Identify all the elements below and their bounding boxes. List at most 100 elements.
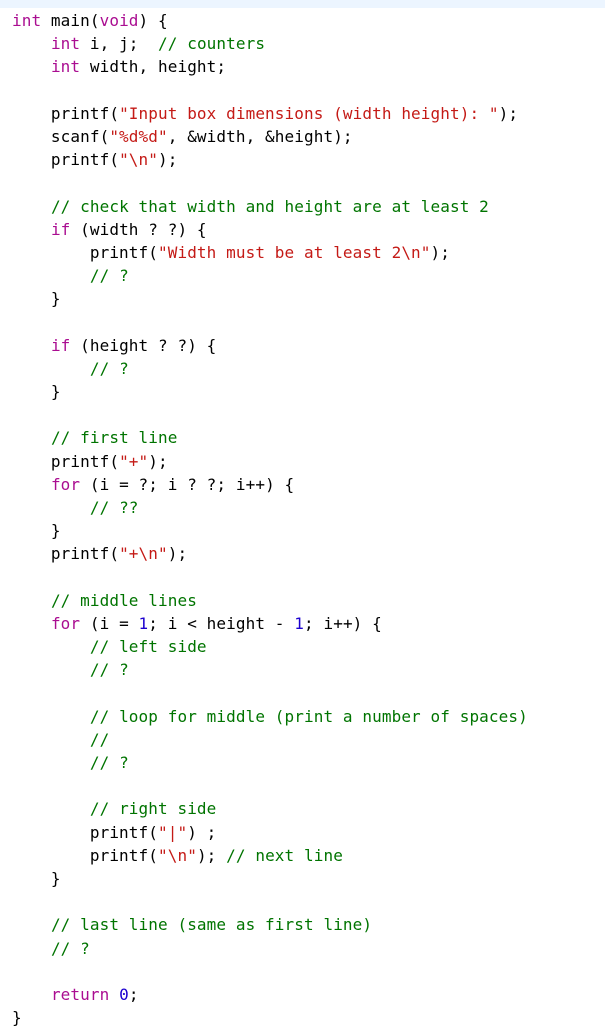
code-line[interactable]: for (i = ?; i ? ?; i++) { [12, 473, 528, 496]
code-line[interactable]: printf("+"); [12, 450, 528, 473]
code-line[interactable]: int main(void) { [12, 9, 528, 32]
code-token: } [12, 289, 61, 309]
string-token: "+" [119, 451, 149, 471]
code-line[interactable]: // ?? [12, 496, 528, 519]
comment-token: // next line [226, 845, 343, 865]
code-line[interactable]: // ? [12, 658, 528, 681]
code-line[interactable]: // middle lines [12, 589, 528, 612]
code-line[interactable]: printf("Input box dimensions (width heig… [12, 102, 528, 125]
code-line[interactable] [12, 774, 528, 797]
code-line[interactable]: } [12, 867, 528, 890]
code-line[interactable] [12, 566, 528, 589]
code-line[interactable]: } [12, 519, 528, 542]
string-token: "Width must be at least 2\n" [158, 242, 431, 262]
keyword-token: return [50, 984, 110, 1004]
code-token: ); [430, 242, 450, 262]
code-line[interactable]: printf("\n"); // next line [12, 844, 528, 867]
code-token: (i = [80, 613, 139, 633]
code-line[interactable]: for (i = 1; i < height - 1; i++) { [12, 612, 528, 635]
code-line[interactable]: // loop for middle (print a number of sp… [12, 705, 528, 728]
code-token: ; i++) { [304, 613, 382, 633]
code-line[interactable]: // ? [12, 357, 528, 380]
code-line[interactable]: scanf("%d%d", &width, &height); [12, 125, 528, 148]
comment-token: // ? [89, 660, 129, 680]
comment-token: // middle lines [50, 590, 197, 610]
code-token: scanf( [12, 126, 110, 146]
code-line[interactable]: // right side [12, 797, 528, 820]
code-token: width, height; [80, 57, 227, 77]
code-token: i, j; [80, 34, 159, 54]
string-token: "+\n" [119, 544, 168, 564]
code-line[interactable]: } [12, 1006, 528, 1029]
keyword-token: int [12, 11, 42, 30]
comment-token: // first line [50, 428, 178, 448]
comment-token: // loop for middle (print a number of sp… [89, 706, 528, 726]
keyword-token: int [50, 57, 81, 77]
comment-token: // [89, 729, 110, 749]
code-line[interactable]: } [12, 380, 528, 403]
code-line[interactable] [12, 310, 528, 333]
code-line[interactable]: printf("\n"); [12, 148, 528, 171]
code-token: } [12, 868, 61, 888]
string-token: "Input box dimensions (width height): " [119, 103, 499, 123]
code-line[interactable]: printf("Width must be at least 2\n"); [12, 241, 528, 264]
code-line[interactable]: int width, height; [12, 55, 528, 78]
code-line[interactable]: printf("+\n"); [12, 542, 528, 565]
code-line[interactable]: // ? [12, 751, 528, 774]
code-line[interactable] [12, 403, 528, 426]
code-line[interactable]: if (width ? ?) { [12, 218, 528, 241]
code-line[interactable]: // ? [12, 937, 528, 960]
code-token: printf( [12, 242, 158, 262]
code-token: } [12, 382, 61, 401]
code-token: printf( [12, 103, 120, 123]
code-token: printf( [12, 150, 120, 170]
code-token: , &width, &height); [167, 126, 353, 146]
code-line[interactable]: return 0; [12, 983, 528, 1006]
code-line[interactable]: // left side [12, 635, 528, 658]
code-line[interactable]: // check that width and height are at le… [12, 195, 528, 218]
code-line[interactable] [12, 960, 528, 983]
code-line[interactable]: // first line [12, 426, 528, 449]
code-line[interactable]: if (height ? ?) { [12, 334, 528, 357]
code-line[interactable] [12, 171, 528, 194]
keyword-token: int [50, 34, 81, 54]
code-token: printf( [12, 822, 158, 842]
comment-token: // right side [89, 799, 217, 819]
code-editor[interactable]: int main(void) { int i, j; // counters i… [12, 9, 528, 1029]
code-token: ; [128, 984, 139, 1004]
keyword-token: if [50, 335, 71, 355]
code-line[interactable]: // last line (same as first line) [12, 913, 528, 936]
code-token: main( [41, 11, 100, 30]
comment-token: // ? [89, 266, 129, 286]
code-line[interactable] [12, 890, 528, 913]
code-line[interactable]: // ? [12, 264, 528, 287]
code-line[interactable] [12, 681, 528, 704]
code-line[interactable] [12, 79, 528, 102]
code-line[interactable]: printf("|") ; [12, 821, 528, 844]
number-token: 0 [119, 984, 129, 1004]
code-line[interactable]: // [12, 728, 528, 751]
keyword-token: void [99, 11, 139, 30]
code-token: } [12, 1008, 22, 1028]
code-line[interactable]: } [12, 287, 528, 310]
code-line[interactable]: int i, j; // counters [12, 32, 528, 55]
comment-token: // left side [89, 637, 207, 657]
code-token: (i = ?; i ? ?; i++) { [80, 474, 295, 494]
